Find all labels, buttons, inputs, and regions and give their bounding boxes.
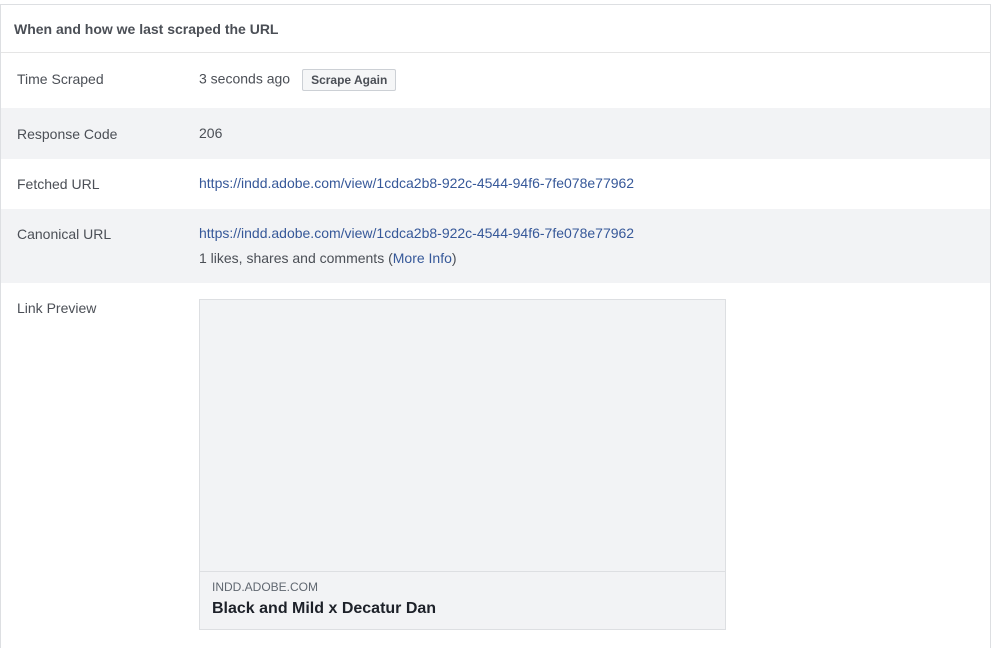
- response-code-value: 206: [199, 125, 223, 141]
- scrape-info-panel: When and how we last scraped the URL Tim…: [0, 4, 991, 648]
- preview-domain: INDD.ADOBE.COM: [212, 580, 319, 594]
- link-preview-label: Link Preview: [17, 300, 97, 316]
- canonical-url-label: Canonical URL: [17, 226, 112, 242]
- preview-meta: INDD.ADOBE.COM Black and Mild x Decatur …: [200, 572, 725, 629]
- engagement-info: 1 likes, shares and comments (More Info): [199, 250, 457, 266]
- fetched-url-label: Fetched URL: [17, 176, 100, 192]
- more-info-link[interactable]: More Info: [393, 250, 452, 266]
- row-canonical-url: Canonical URL https://indd.adobe.com/vie…: [1, 209, 990, 283]
- row-response-code: Response Code 206: [1, 108, 990, 159]
- row-link-preview: Link Preview INDD.ADOBE.COM Black and Mi…: [1, 283, 990, 653]
- preview-title: Black and Mild x Decatur Dan: [212, 600, 437, 617]
- row-fetched-url: Fetched URL https://indd.adobe.com/view/…: [1, 159, 990, 209]
- panel-header: When and how we last scraped the URL: [1, 5, 990, 53]
- time-scraped-value-group: 3 seconds ago Scrape Again: [199, 69, 397, 91]
- scrape-again-button[interactable]: Scrape Again: [302, 69, 397, 91]
- response-code-label: Response Code: [17, 126, 118, 142]
- time-scraped-label: Time Scraped: [17, 71, 104, 87]
- preview-image-placeholder: [200, 300, 725, 572]
- row-time-scraped: Time Scraped 3 seconds ago Scrape Again: [1, 53, 990, 108]
- engagement-text: 1 likes, shares and comments (: [199, 250, 393, 266]
- canonical-url-link[interactable]: https://indd.adobe.com/view/1cdca2b8-922…: [199, 225, 634, 241]
- link-preview-card[interactable]: INDD.ADOBE.COM Black and Mild x Decatur …: [199, 299, 726, 630]
- time-scraped-value: 3 seconds ago: [199, 70, 291, 87]
- fetched-url-link[interactable]: https://indd.adobe.com/view/1cdca2b8-922…: [199, 175, 634, 191]
- engagement-suffix: ): [451, 250, 457, 266]
- panel-title: When and how we last scraped the URL: [14, 21, 279, 37]
